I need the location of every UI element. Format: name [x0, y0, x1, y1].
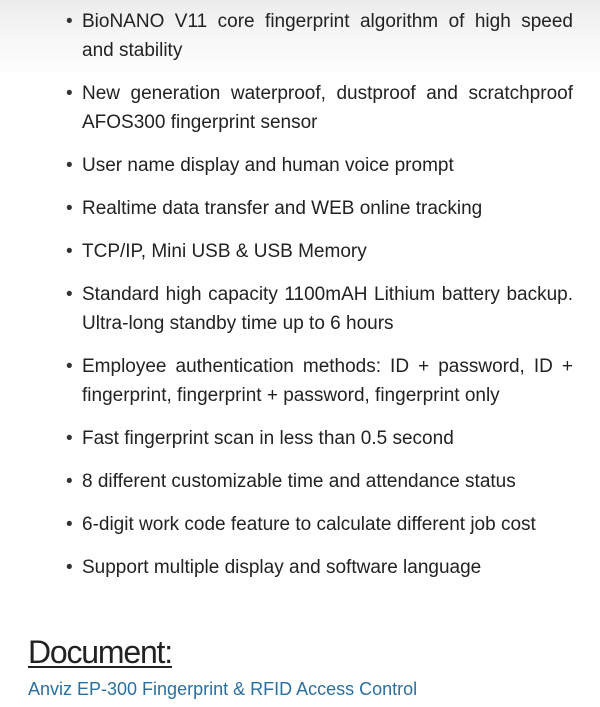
bullet-icon: •: [66, 471, 73, 492]
feature-text: New generation waterproof, dustproof and…: [82, 83, 573, 133]
feature-item: • User name display and human voice prom…: [0, 151, 600, 180]
feature-text: Fast fingerprint scan in less than 0.5 s…: [82, 428, 454, 449]
bullet-icon: •: [66, 284, 73, 305]
bullet-icon: •: [66, 198, 73, 219]
feature-text: 6-digit work code feature to calculate d…: [82, 514, 536, 535]
feature-item: • 6-digit work code feature to calculate…: [0, 510, 600, 539]
feature-text: User name display and human voice prompt: [82, 155, 454, 176]
feature-text: Employee authentication methods: ID + pa…: [82, 356, 573, 406]
bullet-icon: •: [66, 83, 73, 104]
bullet-icon: •: [66, 356, 73, 377]
bullet-icon: •: [66, 241, 73, 262]
document-heading: Document:: [28, 634, 173, 670]
feature-item: • 8 different customizable time and atte…: [0, 467, 600, 496]
feature-text: 8 different customizable time and attend…: [82, 471, 516, 492]
bullet-icon: •: [66, 155, 73, 176]
feature-text: TCP/IP, Mini USB & USB Memory: [82, 241, 367, 262]
feature-item: • Support multiple display and software …: [0, 553, 600, 582]
bullet-icon: •: [66, 428, 73, 449]
feature-item: • Fast fingerprint scan in less than 0.5…: [0, 424, 600, 453]
feature-item: • Realtime data transfer and WEB online …: [0, 194, 600, 223]
bullet-icon: •: [66, 557, 73, 578]
bullet-icon: •: [66, 11, 73, 32]
feature-text: BioNANO V11 core fingerprint algorithm o…: [82, 11, 573, 61]
feature-text: Realtime data transfer and WEB online tr…: [82, 198, 483, 219]
feature-item: • BioNANO V11 core fingerprint algorithm…: [0, 7, 600, 65]
bullet-icon: •: [66, 514, 73, 535]
feature-list: • BioNANO V11 core fingerprint algorithm…: [0, 7, 600, 582]
feature-item: • TCP/IP, Mini USB & USB Memory: [0, 237, 600, 266]
feature-text: Standard high capacity 1100mAH Lithium b…: [82, 284, 573, 334]
feature-item: • New generation waterproof, dustproof a…: [0, 79, 600, 137]
document-link[interactable]: Anviz EP-300 Fingerprint & RFID Access C…: [28, 677, 417, 701]
feature-item: • Standard high capacity 1100mAH Lithium…: [0, 280, 600, 338]
feature-item: • Employee authentication methods: ID + …: [0, 352, 600, 410]
feature-text: Support multiple display and software la…: [82, 557, 482, 578]
